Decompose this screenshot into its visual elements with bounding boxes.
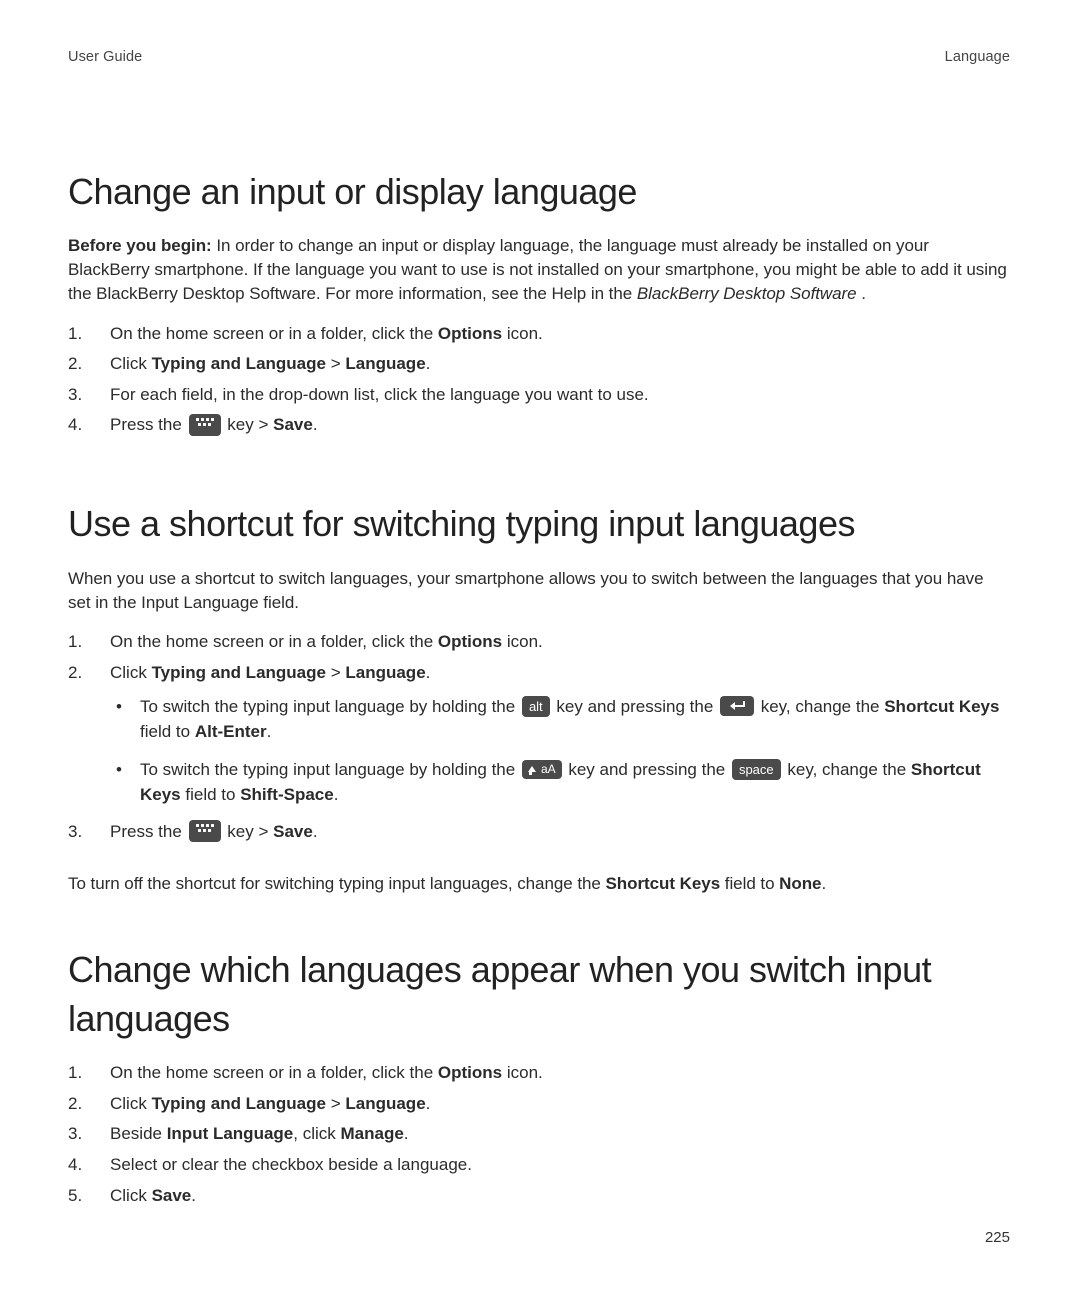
text: To switch the typing input language by h… <box>140 760 520 779</box>
section2-step3: Press the key > Save. <box>68 820 1010 845</box>
intro-lead: Before you begin: <box>68 236 212 255</box>
text: On the home screen or in a folder, click… <box>110 632 438 651</box>
bold: Language <box>345 1094 425 1113</box>
section2-bullet2: To switch the typing input language by h… <box>110 757 1010 808</box>
section2-steps: On the home screen or in a folder, click… <box>68 630 1010 844</box>
intro-tail: . <box>857 284 866 303</box>
bold: Language <box>345 663 425 682</box>
bold: Language <box>345 354 425 373</box>
bold: Options <box>438 324 502 343</box>
text: To switch the typing input language by h… <box>140 697 520 716</box>
bold: Save <box>273 822 313 841</box>
text: Click <box>110 663 152 682</box>
section2-step2: Click Typing and Language > Language. To… <box>68 661 1010 808</box>
bold: Manage <box>340 1124 403 1143</box>
section2-after: To turn off the shortcut for switching t… <box>68 872 1010 896</box>
text: icon. <box>502 632 543 651</box>
section1-steps: On the home screen or in a folder, click… <box>68 322 1010 439</box>
shift-key-icon: aA <box>522 760 562 779</box>
section3-step1: On the home screen or in a folder, click… <box>68 1061 1010 1086</box>
bold: Input Language <box>167 1124 294 1143</box>
text: . <box>191 1186 196 1205</box>
text: > <box>326 1094 345 1113</box>
text: key, change the <box>783 760 911 779</box>
bold: Options <box>438 1063 502 1082</box>
bold: Save <box>273 415 313 434</box>
text: . <box>334 785 339 804</box>
text: key and pressing the <box>552 697 718 716</box>
text: . <box>404 1124 409 1143</box>
section1-step4: Press the key > Save. <box>68 413 1010 438</box>
text: Beside <box>110 1124 167 1143</box>
key-label: aA <box>541 762 556 776</box>
text: . <box>313 415 318 434</box>
text: . <box>267 722 272 741</box>
text: . <box>426 1094 431 1113</box>
bold: None <box>779 874 821 893</box>
text: Click <box>110 354 152 373</box>
bold: Options <box>438 632 502 651</box>
text: > <box>326 663 345 682</box>
text: . <box>426 663 431 682</box>
bold: Typing and Language <box>152 354 326 373</box>
section2-substeps: To switch the typing input language by h… <box>110 694 1010 808</box>
section3-step4: Select or clear the checkbox beside a la… <box>68 1153 1010 1178</box>
text: field to <box>181 785 241 804</box>
header-right: Language <box>945 48 1010 68</box>
section2-bullet1: To switch the typing input language by h… <box>110 694 1010 745</box>
bold: Shortcut Keys <box>884 697 999 716</box>
bold: Shift-Space <box>240 785 334 804</box>
section3-steps: On the home screen or in a folder, click… <box>68 1061 1010 1208</box>
text: key, change the <box>756 697 884 716</box>
text: icon. <box>502 1063 543 1082</box>
section2-step1: On the home screen or in a folder, click… <box>68 630 1010 655</box>
text: . <box>426 354 431 373</box>
alt-key-icon: alt <box>522 696 550 717</box>
section1-title: Change an input or display language <box>68 168 1010 217</box>
text: key and pressing the <box>564 760 730 779</box>
text: Click <box>110 1186 152 1205</box>
section3-step2: Click Typing and Language > Language. <box>68 1092 1010 1117</box>
bold: Save <box>152 1186 192 1205</box>
text: key > <box>223 415 274 434</box>
text: . <box>821 874 826 893</box>
document-page: User Guide Language Change an input or d… <box>0 0 1080 1296</box>
bold: Alt-Enter <box>195 722 267 741</box>
intro-app: BlackBerry Desktop Software <box>637 284 857 303</box>
space-key-icon: space <box>732 759 781 780</box>
bold: Typing and Language <box>152 1094 326 1113</box>
text: > <box>326 354 345 373</box>
text: On the home screen or in a folder, click… <box>110 1063 438 1082</box>
menu-key-icon <box>189 820 221 842</box>
text: icon. <box>502 324 543 343</box>
section3-step5: Click Save. <box>68 1184 1010 1209</box>
menu-key-icon <box>189 414 221 436</box>
page-header: User Guide Language <box>68 48 1010 68</box>
text: Press the <box>110 822 187 841</box>
text: Click <box>110 1094 152 1113</box>
text: field to <box>140 722 195 741</box>
text: key > <box>223 822 274 841</box>
header-left: User Guide <box>68 48 142 68</box>
page-number: 225 <box>985 1228 1010 1248</box>
section1-step3: For each field, in the drop-down list, c… <box>68 383 1010 408</box>
text: Press the <box>110 415 187 434</box>
section2-intro: When you use a shortcut to switch langua… <box>68 567 1010 615</box>
section3-title: Change which languages appear when you s… <box>68 946 1010 1043</box>
bold: Typing and Language <box>152 663 326 682</box>
bold: Shortcut Keys <box>606 874 721 893</box>
section3-step3: Beside Input Language, click Manage. <box>68 1122 1010 1147</box>
section1-intro: Before you begin: In order to change an … <box>68 234 1010 305</box>
text: To turn off the shortcut for switching t… <box>68 874 606 893</box>
text: On the home screen or in a folder, click… <box>110 324 438 343</box>
section2-title: Use a shortcut for switching typing inpu… <box>68 500 1010 549</box>
text: field to <box>720 874 779 893</box>
text: , click <box>293 1124 340 1143</box>
text: . <box>313 822 318 841</box>
enter-key-icon <box>720 696 754 716</box>
section1-step1: On the home screen or in a folder, click… <box>68 322 1010 347</box>
section1-step2: Click Typing and Language > Language. <box>68 352 1010 377</box>
